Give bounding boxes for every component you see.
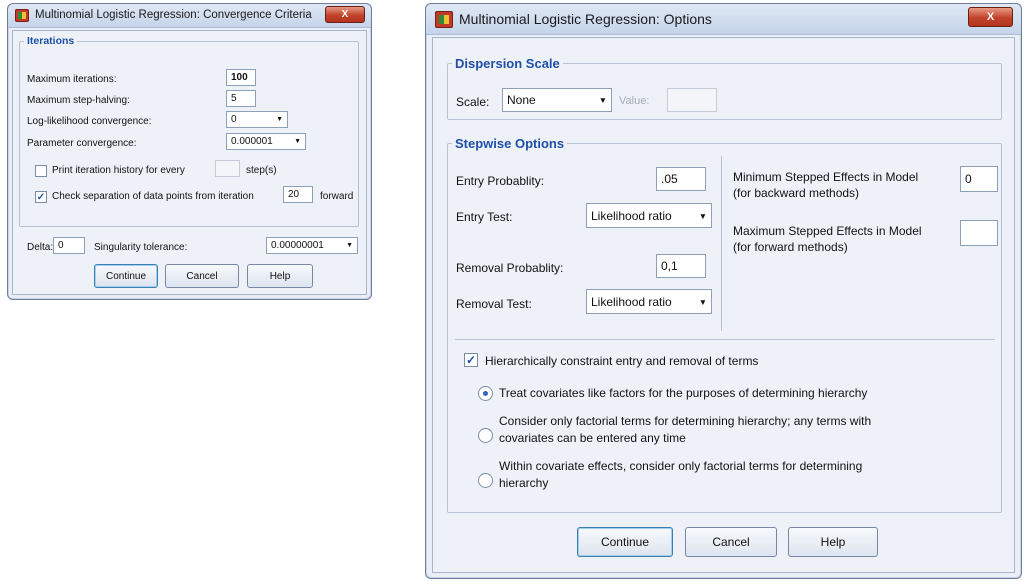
convergence-body: Iterations Maximum iterations: 100 Maxim… xyxy=(12,30,367,295)
stepwise-section-divider xyxy=(455,339,995,340)
delta-label: Delta: xyxy=(27,242,54,253)
cancel-button[interactable]: Cancel xyxy=(165,264,239,288)
radio-within-covariate[interactable] xyxy=(478,473,493,488)
radio-treat-covariates[interactable] xyxy=(478,386,493,401)
radio-consider-factorial-label-1: Consider only factorial terms for determ… xyxy=(499,414,872,428)
chevron-down-icon: ▼ xyxy=(294,138,301,145)
options-title: Multinomial Logistic Regression: Options xyxy=(459,11,712,27)
iterations-legend: Iterations xyxy=(27,35,75,47)
continue-button[interactable]: Continue xyxy=(94,264,158,288)
removal-test-select[interactable]: Likelihood ratio ▼ xyxy=(586,289,712,314)
print-history-checkbox[interactable] xyxy=(35,165,47,177)
value-input[interactable] xyxy=(667,88,717,112)
max-step-halving-label: Maximum step-halving: xyxy=(27,95,130,106)
max-effects-input[interactable] xyxy=(960,220,998,246)
loglik-convergence-label: Log-likelihood convergence: xyxy=(27,116,152,127)
help-button[interactable]: Help xyxy=(788,527,878,557)
print-history-label: Print iteration history for every xyxy=(52,165,185,176)
value-label: Value: xyxy=(619,95,650,107)
check-separation-label: Check separation of data points from ite… xyxy=(52,191,254,202)
help-button[interactable]: Help xyxy=(247,264,313,288)
max-effects-label-1: Maximum Stepped Effects in Model xyxy=(733,224,922,238)
check-separation-input[interactable]: 20 xyxy=(283,186,313,203)
entry-test-value: Likelihood ratio xyxy=(591,208,672,223)
convergence-title-bar[interactable]: Multinomial Logistic Regression: Converg… xyxy=(8,4,371,28)
dispersion-scale-legend: Dispersion Scale xyxy=(455,56,560,71)
removal-probability-input[interactable]: 0,1 xyxy=(656,254,706,278)
radio-consider-factorial-label-2: covariates can be entered any time xyxy=(499,431,686,445)
min-effects-label-2: (for backward methods) xyxy=(733,186,860,200)
loglik-convergence-select[interactable]: 0 ▼ xyxy=(226,111,288,128)
max-effects-label-2: (for forward methods) xyxy=(733,240,848,254)
chevron-down-icon: ▼ xyxy=(698,210,707,221)
max-iterations-label: Maximum iterations: xyxy=(27,74,117,85)
singularity-tolerance-value: 0.00000001 xyxy=(271,240,324,251)
entry-test-label: Entry Test: xyxy=(456,210,513,224)
parameter-convergence-label: Parameter convergence: xyxy=(27,138,137,149)
options-dialog: Multinomial Logistic Regression: Options… xyxy=(425,3,1022,579)
cancel-button[interactable]: Cancel xyxy=(685,527,777,557)
removal-probability-label: Removal Probablity: xyxy=(456,261,564,275)
chevron-down-icon: ▼ xyxy=(276,116,283,123)
delta-input[interactable]: 0 xyxy=(53,237,85,254)
options-body: Dispersion Scale Scale: None ▼ Value: St… xyxy=(432,37,1015,573)
close-button[interactable]: X xyxy=(968,7,1013,27)
check-separation-checkbox[interactable]: ✓ xyxy=(35,191,47,203)
parameter-convergence-select[interactable]: 0.000001 ▼ xyxy=(226,133,306,150)
stepwise-column-divider xyxy=(721,156,722,331)
hierarchically-constraint-label: Hierarchically constraint entry and remo… xyxy=(485,354,759,368)
singularity-tolerance-select[interactable]: 0.00000001 ▼ xyxy=(266,237,358,254)
continue-button[interactable]: Continue xyxy=(577,527,673,557)
max-step-halving-input[interactable]: 5 xyxy=(226,90,256,107)
options-title-bar[interactable]: Multinomial Logistic Regression: Options… xyxy=(426,4,1021,35)
close-icon: X xyxy=(986,11,995,23)
parameter-convergence-value: 0.000001 xyxy=(231,136,273,147)
stepwise-options-group: Stepwise Options xyxy=(447,136,1002,513)
close-button[interactable]: X xyxy=(325,6,365,23)
chevron-down-icon: ▼ xyxy=(698,296,707,307)
stepwise-options-legend: Stepwise Options xyxy=(455,136,565,151)
spss-app-icon xyxy=(15,9,29,22)
chevron-down-icon: ▼ xyxy=(598,95,607,105)
spss-app-icon xyxy=(435,11,453,28)
print-history-suffix: step(s) xyxy=(246,165,277,176)
scale-value: None xyxy=(507,93,536,107)
removal-test-label: Removal Test: xyxy=(456,297,532,311)
min-effects-label-1: Minimum Stepped Effects in Model xyxy=(733,170,919,184)
radio-consider-factorial[interactable] xyxy=(478,428,493,443)
scale-select[interactable]: None ▼ xyxy=(502,88,612,112)
convergence-title: Multinomial Logistic Regression: Converg… xyxy=(35,9,312,21)
entry-probability-input[interactable]: .05 xyxy=(656,167,706,191)
max-iterations-input[interactable]: 100 xyxy=(226,69,256,86)
radio-within-covariate-label-1: Within covariate effects, consider only … xyxy=(499,459,863,473)
scale-label: Scale: xyxy=(456,95,490,109)
removal-test-value: Likelihood ratio xyxy=(591,294,672,309)
radio-within-covariate-label-2: hierarchy xyxy=(499,476,549,490)
check-separation-suffix: forward xyxy=(320,191,354,202)
close-icon: X xyxy=(341,9,349,20)
entry-test-select[interactable]: Likelihood ratio ▼ xyxy=(586,203,712,228)
loglik-convergence-value: 0 xyxy=(231,114,237,125)
singularity-tolerance-label: Singularity tolerance: xyxy=(94,242,188,253)
print-history-input[interactable] xyxy=(215,160,240,177)
convergence-criteria-dialog: Multinomial Logistic Regression: Converg… xyxy=(7,3,372,300)
min-effects-input[interactable]: 0 xyxy=(960,166,998,192)
chevron-down-icon: ▼ xyxy=(346,242,353,249)
hierarchically-constraint-checkbox[interactable]: ✓ xyxy=(464,353,478,367)
entry-probability-label: Entry Probablity: xyxy=(456,174,545,188)
radio-treat-covariates-label: Treat covariates like factors for the pu… xyxy=(499,386,868,400)
